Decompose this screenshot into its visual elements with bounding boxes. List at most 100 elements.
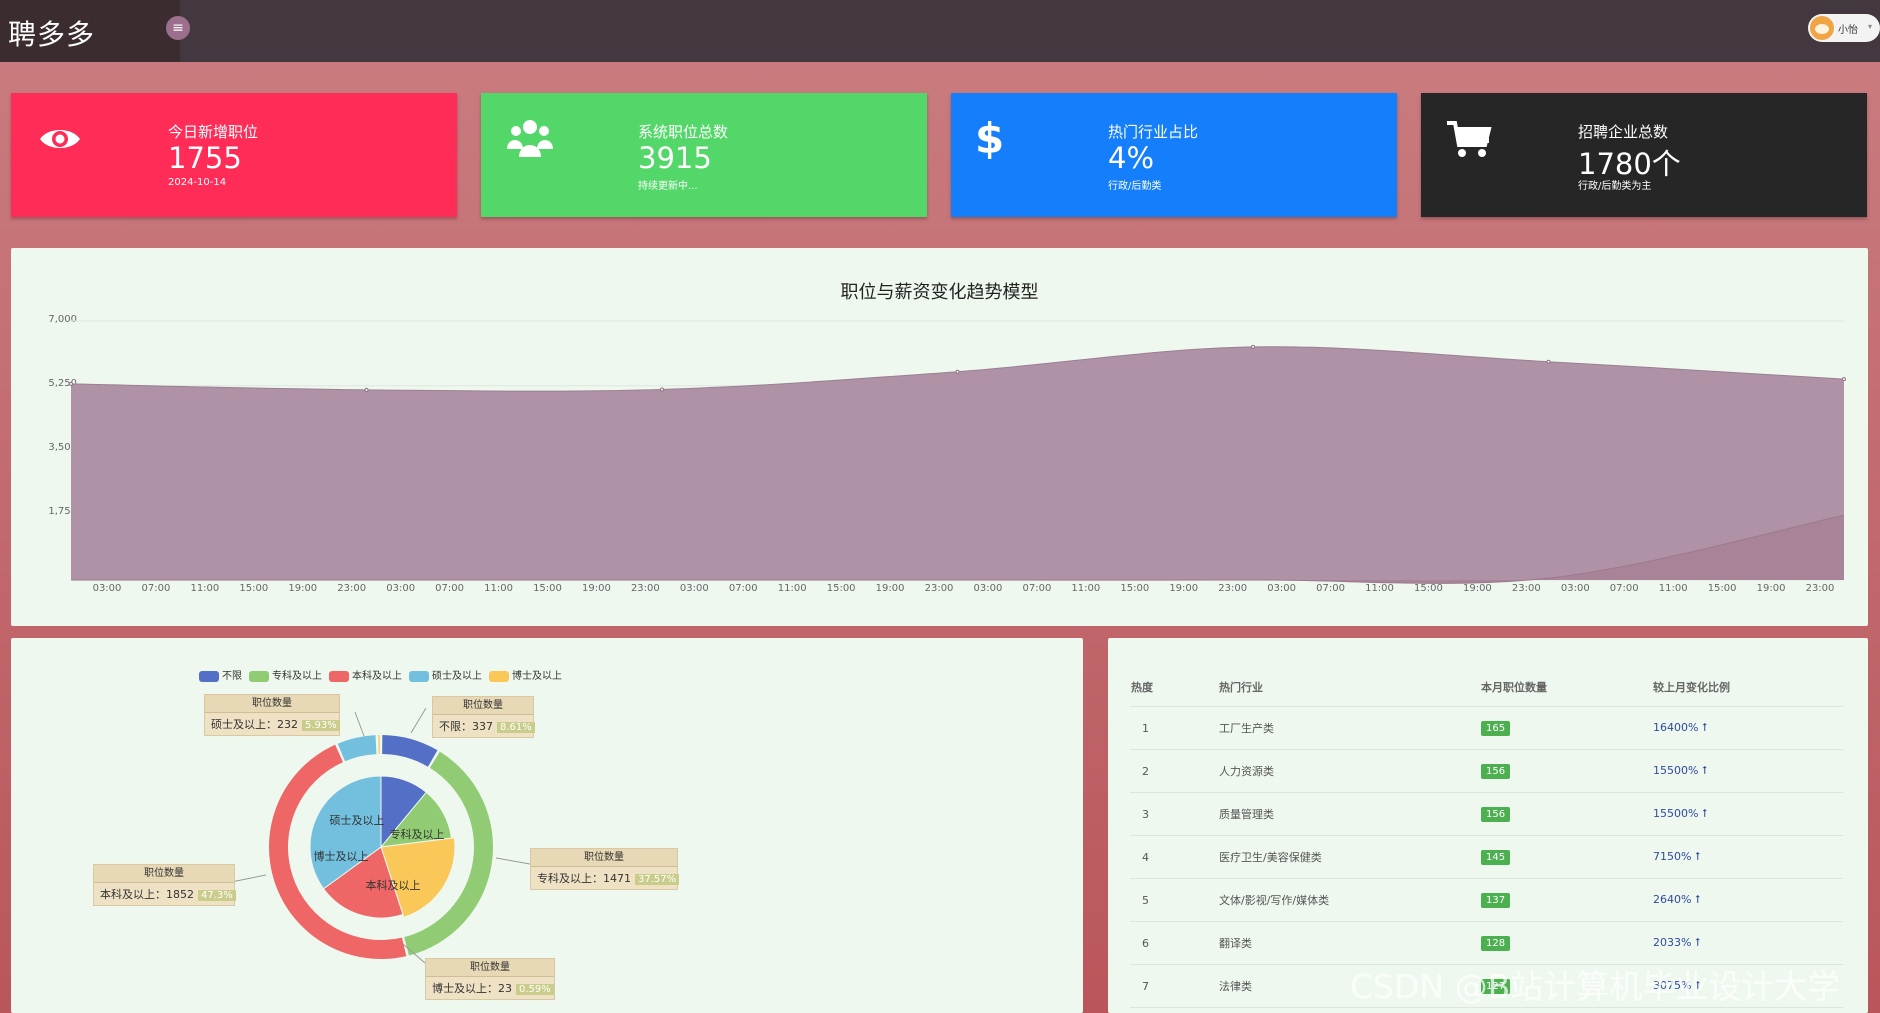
count-cell: 137 bbox=[1480, 878, 1652, 922]
ratio-value: 2033% bbox=[1653, 936, 1692, 949]
card-label: 招聘企业总数 bbox=[1578, 123, 1669, 141]
arrow-up-icon: ⭡ bbox=[1694, 893, 1701, 906]
outer-pie-slice[interactable] bbox=[378, 735, 380, 755]
table-row[interactable]: 4 医疗卫生/美容保健类 145 7150% ⭡ bbox=[1130, 835, 1843, 879]
brand[interactable]: 聘多多 bbox=[0, 0, 180, 62]
table-row[interactable]: 1 工厂生产类 165 16400% ⭡ bbox=[1130, 706, 1843, 750]
outer-pie-slice[interactable] bbox=[382, 735, 438, 767]
x-tick-label: 03:00 bbox=[386, 583, 416, 594]
rank-cell: 7 bbox=[1130, 964, 1218, 1008]
x-tick-label: 07:00 bbox=[141, 583, 171, 594]
hot-industry-panel: 热度 热门行业 本月职位数量 较上月变化比例 1 工厂生产类 165 16400% ⭡… bbox=[1108, 638, 1868, 1013]
column-header: 热门行业 bbox=[1218, 668, 1480, 707]
industry-cell: 工厂生产类 bbox=[1218, 706, 1480, 750]
data-point[interactable] bbox=[1546, 359, 1551, 364]
industry-cell: 翻译类 bbox=[1218, 921, 1480, 965]
x-tick-label: 19:00 bbox=[1756, 583, 1786, 594]
rank-cell: 1 bbox=[1130, 706, 1218, 750]
industry-cell: 质量管理类 bbox=[1218, 792, 1480, 836]
ratio-cell: 2033% ⭡ bbox=[1652, 921, 1843, 965]
ratio-cell: 16400% ⭡ bbox=[1652, 706, 1843, 750]
table-row[interactable]: 2 人力资源类 156 15500% ⭡ bbox=[1130, 749, 1843, 793]
card-sub: 行政/后勤类为主 bbox=[1578, 181, 1652, 192]
ratio-value: 7150% bbox=[1653, 850, 1692, 863]
tooltip: 职位数量 专科及以上：1471 37.57% bbox=[530, 848, 680, 890]
tooltip-text: 硕士及以上：232 bbox=[211, 718, 298, 731]
data-point[interactable] bbox=[1251, 344, 1255, 349]
x-tick-label: 19:00 bbox=[288, 583, 318, 594]
leader-line bbox=[495, 857, 531, 865]
tooltip-text: 不限：337 bbox=[439, 720, 493, 733]
column-header: 较上月变化比例 bbox=[1652, 668, 1843, 707]
x-tick-label: 23:00 bbox=[1805, 583, 1835, 594]
leader-line bbox=[410, 707, 427, 734]
table-row[interactable]: 8财务/审计/统计类1266050% ⭡ bbox=[1130, 1007, 1843, 1013]
x-tick-label: 23:00 bbox=[924, 583, 954, 594]
card-sub: 2024-10-14 bbox=[168, 177, 227, 188]
data-point[interactable] bbox=[69, 381, 73, 386]
tooltip: 职位数量 不限：337 8.61% bbox=[432, 696, 535, 738]
table-header-row: 热度 热门行业 本月职位数量 较上月变化比例 bbox=[1130, 668, 1843, 707]
user-menu[interactable]: 小怡 ▾ bbox=[1808, 14, 1880, 42]
tooltip: 职位数量 本科及以上：1852 47.3% bbox=[93, 864, 236, 906]
ratio-cell: 2640% ⭡ bbox=[1652, 878, 1843, 922]
card-value: 1755 bbox=[168, 141, 242, 175]
area-chart[interactable] bbox=[11, 248, 1868, 626]
count-badge: 145 bbox=[1481, 849, 1511, 865]
rank-cell: 6 bbox=[1130, 921, 1218, 965]
industry-cell: 医疗卫生/美容保健类 bbox=[1218, 835, 1480, 879]
ratio-value: 16400% bbox=[1653, 721, 1699, 734]
count-cell: 128 bbox=[1480, 921, 1652, 965]
watermark: CSDN @B站计算机毕业设计大学 bbox=[1350, 967, 1841, 1006]
ratio-cell: 6050% ⭡ bbox=[1652, 1007, 1843, 1013]
count-cell: 126 bbox=[1480, 1007, 1652, 1013]
data-point[interactable] bbox=[1842, 377, 1846, 382]
x-tick-label: 19:00 bbox=[875, 583, 905, 594]
tooltip-pct: 0.59% bbox=[516, 984, 554, 995]
stat-card-hot-industry: $ 热门行业占比 4% 行政/后勤类 bbox=[951, 93, 1397, 217]
tooltip-title: 职位数量 bbox=[426, 959, 554, 977]
menu-toggle-button[interactable]: ≡ bbox=[166, 16, 190, 40]
count-badge: 156 bbox=[1481, 763, 1511, 779]
column-header: 本月职位数量 bbox=[1480, 668, 1652, 707]
count-cell: 156 bbox=[1480, 749, 1652, 793]
stat-card-companies: 招聘企业总数 1780个 行政/后勤类为主 bbox=[1421, 93, 1867, 217]
dollar-icon: $ bbox=[975, 117, 1004, 161]
count-badge: 165 bbox=[1481, 720, 1511, 736]
card-sub: 持续更新中... bbox=[638, 181, 698, 192]
x-tick-label: 15:00 bbox=[239, 583, 269, 594]
x-tick-label: 11:00 bbox=[484, 583, 513, 594]
arrow-up-icon: ⭡ bbox=[1694, 850, 1701, 863]
area-series-0[interactable] bbox=[71, 346, 1844, 580]
x-tick-label: 15:00 bbox=[533, 583, 562, 594]
tooltip-pct: 47.3% bbox=[198, 890, 236, 901]
tooltip: 职位数量 硕士及以上：232 5.93% bbox=[204, 694, 340, 736]
tooltip-body: 专科及以上：1471 37.57% bbox=[531, 867, 680, 889]
stat-card-total-jobs: 系统职位总数 3915 持续更新中... bbox=[481, 93, 927, 217]
svg-text:$: $ bbox=[975, 117, 1004, 161]
outer-pie-slice[interactable] bbox=[337, 735, 377, 762]
table-row[interactable]: 3 质量管理类 156 15500% ⭡ bbox=[1130, 792, 1843, 836]
data-point[interactable] bbox=[364, 387, 369, 392]
rank-cell: 5 bbox=[1130, 878, 1218, 922]
count-badge: 128 bbox=[1481, 935, 1511, 951]
tooltip: 职位数量 博士及以上：23 0.59% bbox=[425, 958, 555, 1000]
x-tick-label: 15:00 bbox=[1120, 583, 1150, 594]
inner-slice-label: 专科及以上 bbox=[390, 827, 445, 841]
industry-cell: 人力资源类 bbox=[1218, 749, 1480, 793]
tooltip-body: 不限：337 8.61% bbox=[433, 715, 535, 737]
ratio-value: 15500% bbox=[1653, 807, 1699, 820]
data-point[interactable] bbox=[660, 387, 664, 392]
tooltip-body: 本科及以上：1852 47.3% bbox=[94, 883, 236, 905]
tooltip-text: 本科及以上：1852 bbox=[100, 888, 194, 901]
count-badge: 156 bbox=[1481, 806, 1511, 822]
arrow-up-icon: ⭡ bbox=[1701, 807, 1708, 820]
data-point[interactable] bbox=[955, 369, 960, 374]
card-label: 系统职位总数 bbox=[638, 123, 729, 141]
pie-chart[interactable]: 硕士及以上专科及以上本科及以上 博士及以上 bbox=[11, 638, 1083, 1013]
leader-line bbox=[354, 711, 365, 737]
table-row[interactable]: 6 翻译类 128 2033% ⭡ bbox=[1130, 921, 1843, 965]
x-tick-label: 07:00 bbox=[728, 583, 758, 594]
x-tick-label: 03:00 bbox=[92, 583, 122, 594]
table-row[interactable]: 5 文体/影视/写作/媒体类 137 2640% ⭡ bbox=[1130, 878, 1843, 922]
